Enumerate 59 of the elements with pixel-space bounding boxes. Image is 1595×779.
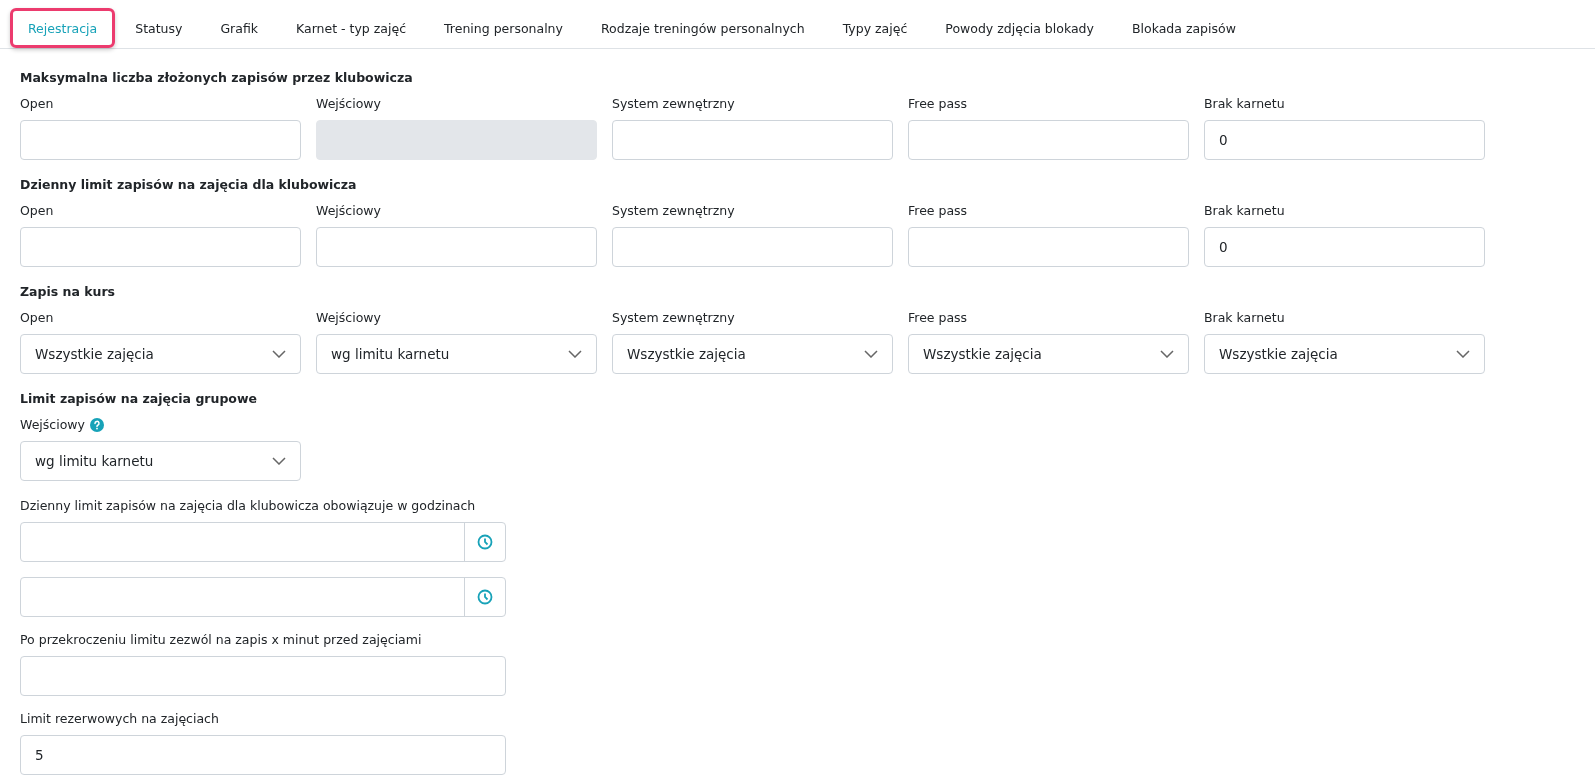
tab[interactable]: Statusy	[117, 8, 201, 48]
dropdown[interactable]: Wszystkie zajęcia	[908, 334, 1189, 374]
chevron-down-icon	[568, 350, 582, 358]
text-input-field[interactable]	[908, 120, 1189, 160]
tab[interactable]: Powody zdjęcia blokady	[927, 8, 1112, 48]
field-label: System zewnętrzny	[612, 96, 735, 112]
tab[interactable]: Grafik	[202, 8, 277, 48]
field-label: Open	[20, 96, 54, 112]
chevron-down-icon	[1160, 350, 1174, 358]
text-input-field[interactable]	[20, 656, 506, 696]
tab[interactable]: Typy zajęć	[824, 8, 926, 48]
text-input-field[interactable]: 0	[1204, 120, 1485, 160]
text-input-field[interactable]	[612, 120, 893, 160]
section-title: Limit zapisów na zajęcia grupowe	[20, 391, 258, 407]
field-label: System zewnętrzny	[612, 310, 735, 326]
tab[interactable]: Rodzaje treningów personalnych	[582, 8, 823, 48]
field-label: Wejściowy	[20, 417, 85, 433]
field-label: Free pass	[908, 203, 968, 219]
clock-icon	[477, 534, 493, 550]
text-input-field[interactable]	[908, 227, 1189, 267]
help-icon[interactable]	[89, 418, 104, 432]
text-input-field[interactable]	[612, 227, 893, 267]
field-label: Wejściowy	[316, 203, 381, 219]
field-label: System zewnętrzny	[612, 203, 735, 219]
field-label: Wejściowy	[316, 310, 381, 326]
field-label: Free pass	[908, 96, 968, 112]
field-label: Free pass	[908, 310, 968, 326]
tab[interactable]: Blokada zapisów	[1113, 8, 1254, 48]
dropdown[interactable]: Wszystkie zajęcia	[612, 334, 893, 374]
text-input-field[interactable]: 5	[20, 735, 506, 775]
chevron-down-icon	[272, 350, 286, 358]
dropdown[interactable]: wg limitu karnetu	[316, 334, 597, 374]
field-label: Wejściowy	[316, 96, 381, 112]
chevron-down-icon	[1456, 350, 1470, 358]
text-input-field[interactable]: 0	[1204, 227, 1485, 267]
field-label: Limit rezerwowych na zajęciach	[20, 711, 219, 727]
field-label: Brak karnetu	[1204, 96, 1285, 112]
tab[interactable]: Trening personalny	[426, 8, 581, 48]
section-title: Maksymalna liczba złożonych zapisów przez klubowicza	[20, 70, 414, 86]
text-input-field[interactable]	[316, 227, 597, 267]
tab[interactable]: Karnet - typ zajęć	[278, 8, 425, 48]
section-title: Dzienny limit zapisów na zajęcia dla klubowicza	[20, 177, 358, 193]
field-label: Brak karnetu	[1204, 203, 1285, 219]
dropdown[interactable]: wg limitu karnetu	[20, 441, 301, 481]
text-input-field[interactable]	[20, 120, 301, 160]
time-input-field[interactable]	[20, 577, 506, 617]
field-label: Dzienny limit zapisów na zajęcia dla klubowicza obowiązuje w godzinach	[20, 498, 476, 514]
dropdown[interactable]: Wszystkie zajęcia	[20, 334, 301, 374]
chevron-down-icon	[272, 457, 286, 465]
field-label: Open	[20, 203, 54, 219]
text-input-field[interactable]	[20, 227, 301, 267]
time-input-field[interactable]	[20, 522, 506, 562]
chevron-down-icon	[864, 350, 878, 358]
field-label: Brak karnetu	[1204, 310, 1285, 326]
dropdown[interactable]: Wszystkie zajęcia	[1204, 334, 1485, 374]
clock-icon	[477, 589, 493, 605]
section-title: Zapis na kurs	[20, 284, 117, 300]
field-label: Po przekroczeniu limitu zezwól na zapis x minut przed zajęciami	[20, 632, 422, 648]
field-label: Open	[20, 310, 54, 326]
